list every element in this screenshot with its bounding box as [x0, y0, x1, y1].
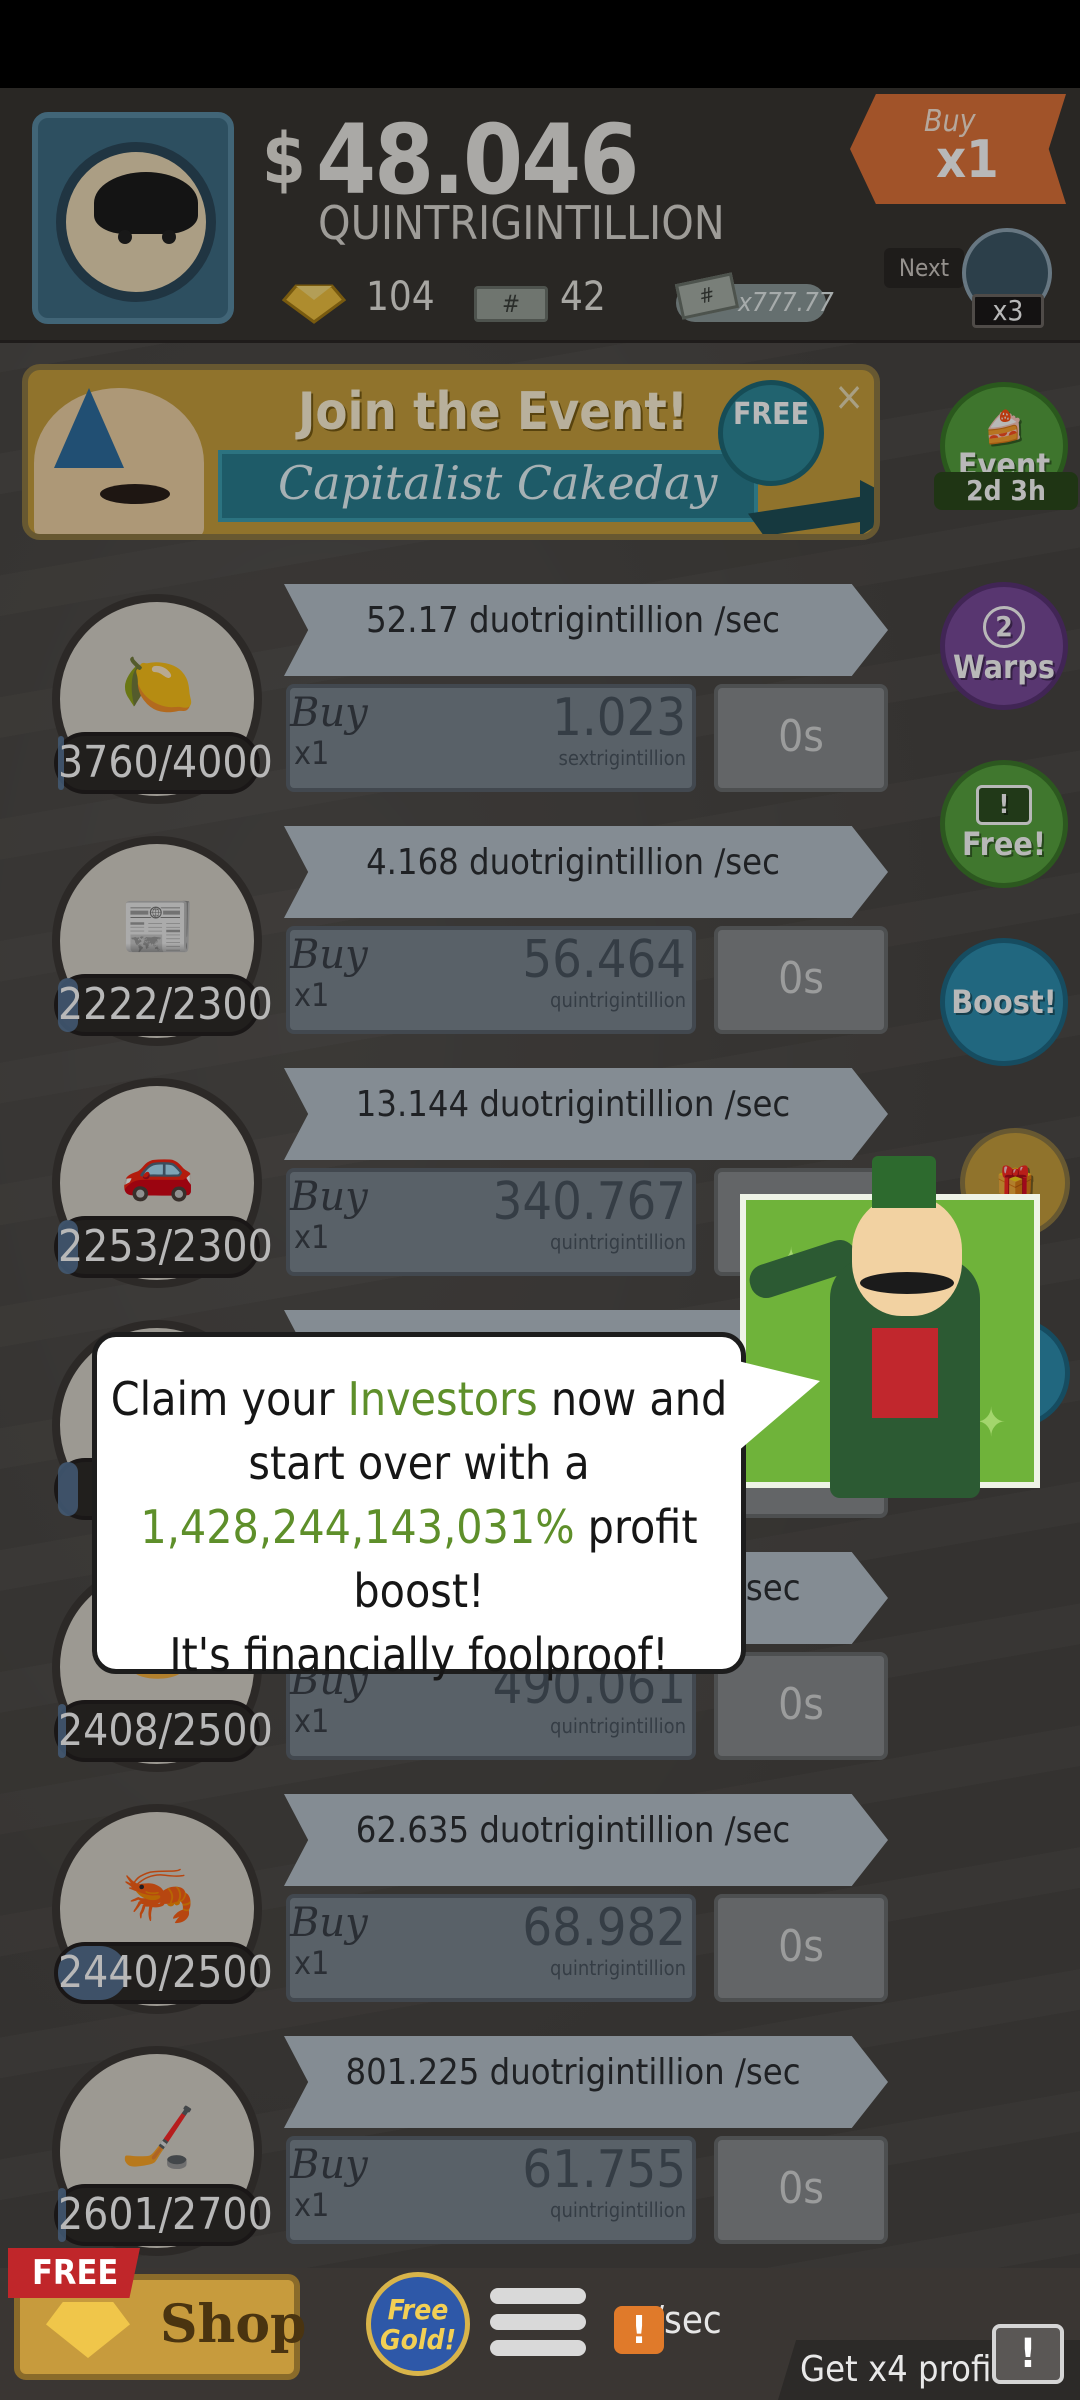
top-hat-icon	[872, 1156, 936, 1208]
popup-line-3: 1,428,244,143,031% profit boost!	[97, 1495, 741, 1623]
menu-icon[interactable]	[490, 2284, 586, 2364]
popup-line-1: Claim your Investors now and	[97, 1367, 741, 1431]
free-gold-line1: Free	[387, 2293, 449, 2326]
alert-icon[interactable]: !	[614, 2306, 664, 2354]
investor-vest	[872, 1328, 938, 1418]
popup-line1-post: now and	[537, 1372, 728, 1426]
popup-line-4: It's financially foolproof!	[169, 1628, 669, 1682]
gem-icon	[46, 2302, 130, 2358]
popup-boost-percent: 1,428,244,143,031%	[140, 1500, 575, 1554]
popup-line-2: start over with a	[248, 1436, 590, 1490]
mustache-icon	[860, 1272, 954, 1294]
screen: $ 48.046 QUINTRIGINTILLION 104 # 42 # x7…	[0, 0, 1080, 2400]
investor-face	[852, 1196, 962, 1316]
popup-line1-pre: Claim your	[110, 1372, 348, 1426]
free-gold-line2: Gold!	[379, 2323, 457, 2356]
game-area: $ 48.046 QUINTRIGINTILLION 104 # 42 # x7…	[0, 88, 1080, 2400]
star-icon: ✦	[976, 1400, 1007, 1446]
investors-popup[interactable]: Claim your Investors now and start over …	[92, 1332, 746, 1682]
free-gold-button[interactable]: Free Gold!	[366, 2272, 470, 2376]
shop-label: Shop	[160, 2294, 307, 2355]
popup-investors-word: Investors	[347, 1372, 538, 1426]
tv-icon[interactable]: !	[992, 2324, 1064, 2384]
free-ribbon: FREE	[8, 2248, 140, 2298]
